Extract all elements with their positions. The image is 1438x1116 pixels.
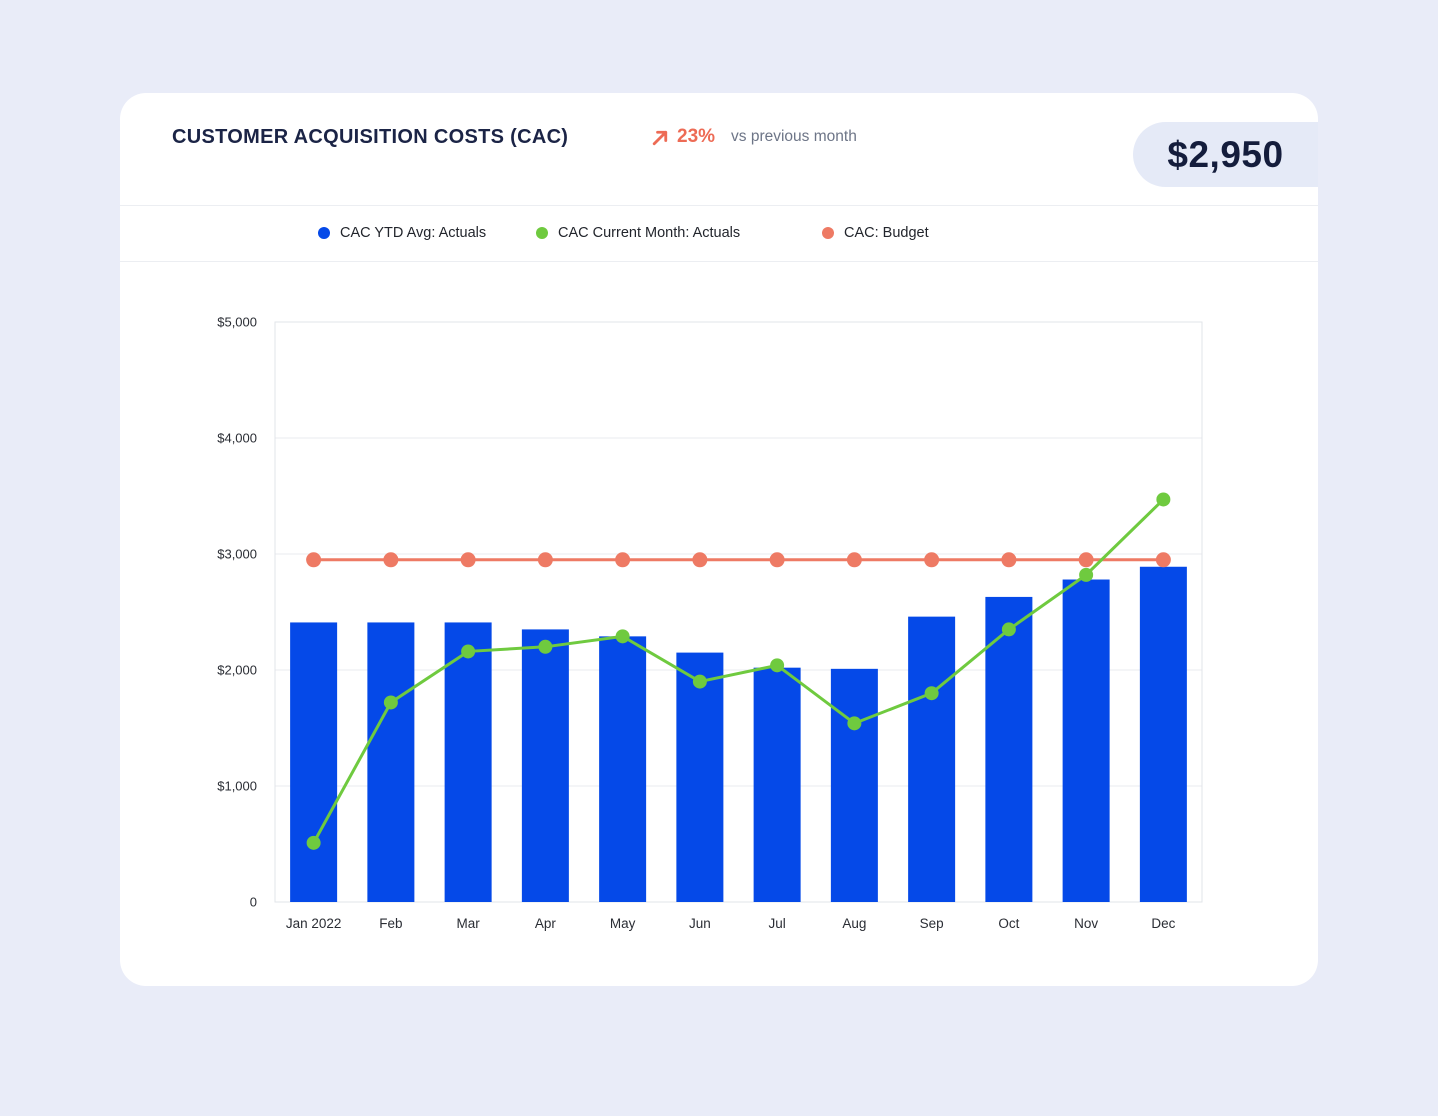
chart-legend: CAC YTD Avg: Actuals CAC Current Month: …: [120, 205, 1318, 261]
cac-budget-point-mar[interactable]: [461, 552, 476, 567]
bar-aug[interactable]: [831, 669, 878, 902]
kpi-pill: $2,950: [1133, 122, 1318, 187]
cac-budget-point-apr[interactable]: [538, 552, 553, 567]
x-axis-tick-label: Dec: [1151, 916, 1175, 931]
cac-budget-point-jun[interactable]: [692, 552, 707, 567]
cac-current-month-actuals-point-jun[interactable]: [693, 675, 707, 689]
cac-budget-point-may[interactable]: [615, 552, 630, 567]
legend-dot-green-icon: [536, 227, 548, 239]
y-axis-tick-label: $5,000: [217, 315, 257, 330]
x-axis-tick-label: Jun: [689, 916, 711, 931]
cac-budget-point-feb[interactable]: [383, 552, 398, 567]
cac-current-month-actuals-point-jan-2022[interactable]: [307, 836, 321, 850]
cac-current-month-actuals-point-sep[interactable]: [925, 686, 939, 700]
cac-current-month-actuals-point-may[interactable]: [616, 629, 630, 643]
x-axis-tick-label: May: [610, 916, 636, 931]
bar-jan-2022[interactable]: [290, 622, 337, 902]
card-header: CUSTOMER ACQUISITION COSTS (CAC) 23% vs …: [120, 93, 1318, 205]
legend-dot-coral-icon: [822, 227, 834, 239]
cac-budget-point-jan-2022[interactable]: [306, 552, 321, 567]
cac-current-month-actuals-point-aug[interactable]: [847, 716, 861, 730]
cac-budget-point-dec[interactable]: [1156, 552, 1171, 567]
cac-current-month-actuals-point-dec[interactable]: [1156, 492, 1170, 506]
legend-dot-blue-icon: [318, 227, 330, 239]
bar-dec[interactable]: [1140, 567, 1187, 902]
bar-jun[interactable]: [676, 653, 723, 902]
legend-item-cac-budget[interactable]: CAC: Budget: [822, 225, 929, 241]
page-background: { "page": { "background": "#e9ecf8" }, "…: [0, 0, 1438, 1116]
x-axis-tick-label: Nov: [1074, 916, 1098, 931]
cac-current-month-actuals-line: [314, 499, 1164, 842]
bar-nov[interactable]: [1063, 580, 1110, 902]
legend-label: CAC YTD Avg: Actuals: [340, 225, 486, 241]
x-axis-tick-label: Apr: [535, 916, 557, 931]
cac-current-month-actuals-point-feb[interactable]: [384, 695, 398, 709]
cac-chart[interactable]: 0 $1,000 $2,000 $3,000 $4,000 $5,000 Jan 2022 F…: [120, 261, 1318, 986]
y-axis-tick-label: $3,000: [217, 547, 257, 562]
y-axis-tick-label: $4,000: [217, 431, 257, 446]
trend-indicator: 23% vs previous month: [650, 124, 857, 150]
bar-sep[interactable]: [908, 617, 955, 902]
y-axis-tick-label: 0: [250, 895, 257, 910]
cac-current-month-actuals-point-apr[interactable]: [538, 640, 552, 654]
bar-mar[interactable]: [445, 622, 492, 902]
cac-current-month-actuals-point-jul[interactable]: [770, 658, 784, 672]
bar-may[interactable]: [599, 636, 646, 902]
bar-jul[interactable]: [754, 668, 801, 902]
page-title: CUSTOMER ACQUISITION COSTS (CAC): [172, 126, 568, 149]
trend-value: 23%: [677, 126, 715, 148]
bar-feb[interactable]: [367, 622, 414, 902]
x-axis-tick-label: Sep: [920, 916, 944, 931]
cac-current-month-actuals-point-oct[interactable]: [1002, 622, 1016, 636]
y-axis-tick-label: $1,000: [217, 779, 257, 794]
cac-card: CUSTOMER ACQUISITION COSTS (CAC) 23% vs …: [120, 93, 1318, 986]
chart-area: 0 $1,000 $2,000 $3,000 $4,000 $5,000 Jan 2022 F…: [120, 261, 1318, 986]
x-axis-tick-label: Oct: [998, 916, 1019, 931]
cac-budget-point-oct[interactable]: [1001, 552, 1016, 567]
arrow-up-right-icon: [650, 127, 671, 148]
cac-budget-point-aug[interactable]: [847, 552, 862, 567]
y-axis-tick-label: $2,000: [217, 663, 257, 678]
cac-current-month-actuals-point-nov[interactable]: [1079, 568, 1093, 582]
legend-label: CAC Current Month: Actuals: [558, 225, 740, 241]
legend-item-cac-ytd-avg[interactable]: CAC YTD Avg: Actuals: [318, 225, 486, 241]
cac-budget-point-sep[interactable]: [924, 552, 939, 567]
x-axis-tick-label: Jul: [768, 916, 785, 931]
kpi-value: $2,950: [1167, 134, 1283, 176]
x-axis-tick-label: Feb: [379, 916, 402, 931]
cac-current-month-actuals-point-mar[interactable]: [461, 644, 475, 658]
x-axis-tick-label: Aug: [842, 916, 866, 931]
x-axis-tick-label: Mar: [457, 916, 481, 931]
bar-apr[interactable]: [522, 629, 569, 902]
legend-label: CAC: Budget: [844, 225, 929, 241]
cac-budget-point-nov[interactable]: [1079, 552, 1094, 567]
trend-caption: vs previous month: [731, 128, 857, 146]
x-axis-tick-label: Jan 2022: [286, 916, 342, 931]
cac-budget-point-jul[interactable]: [770, 552, 785, 567]
legend-item-cac-current-month[interactable]: CAC Current Month: Actuals: [536, 225, 740, 241]
